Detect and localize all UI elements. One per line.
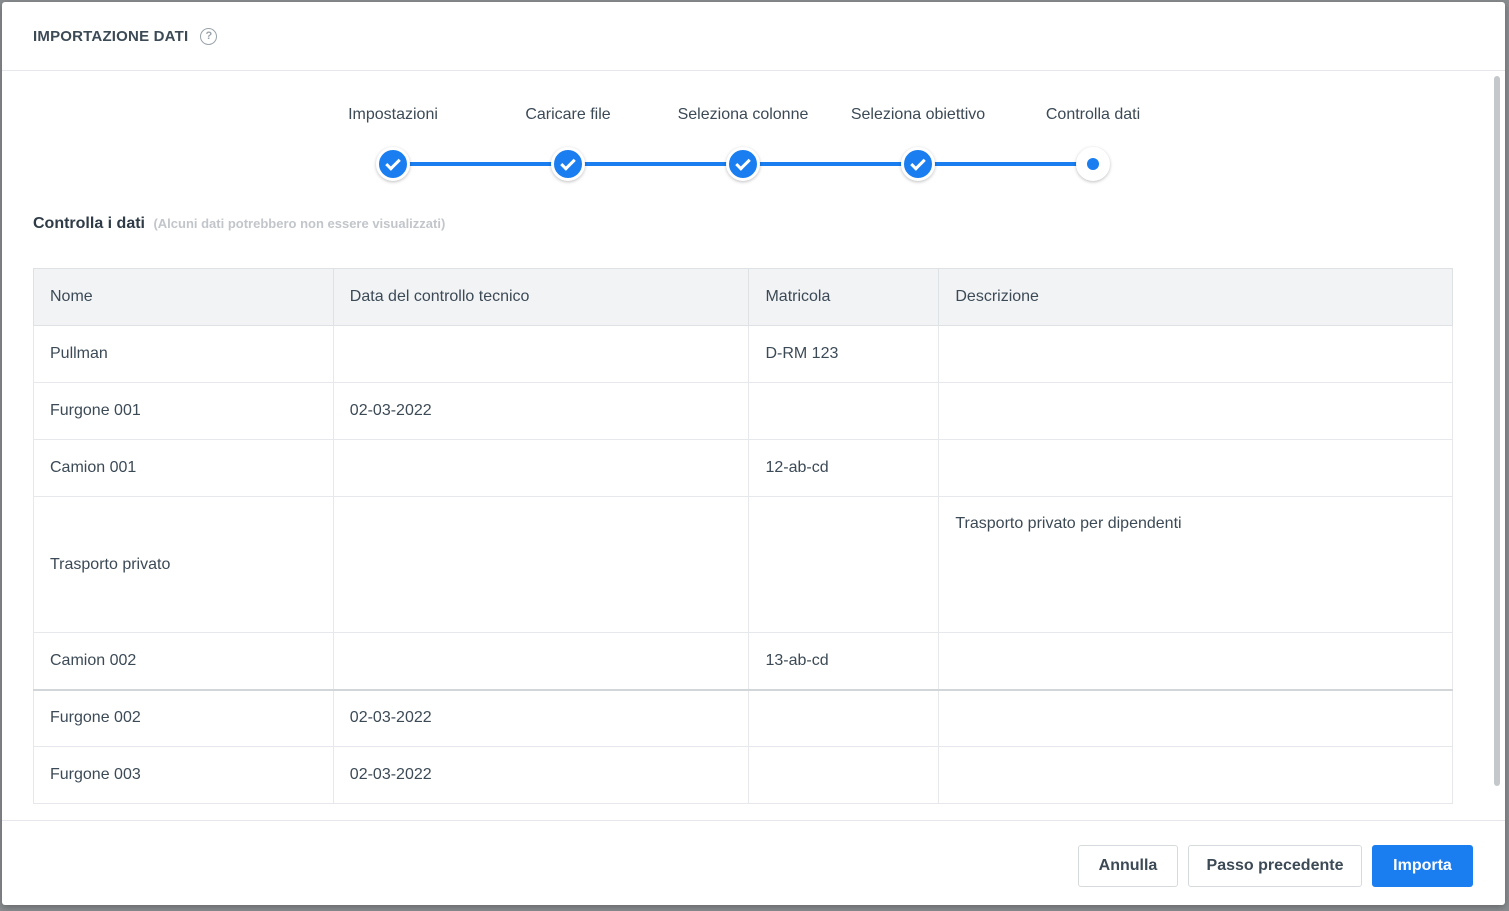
step-label-caricare-file: Caricare file [525, 106, 611, 123]
step-4-done[interactable] [901, 147, 935, 181]
table-cell [938, 688, 1453, 747]
table-cell [938, 325, 1453, 383]
step-label-seleziona-colonne: Seleziona colonne [677, 106, 809, 123]
table-row: Furgone 001 02-03-2022 [33, 382, 1453, 440]
scrollbar-thumb[interactable] [1494, 76, 1500, 786]
table-cell: Camion 002 [33, 632, 334, 690]
table-cell [938, 632, 1453, 690]
table-cell: 12-ab-cd [748, 439, 940, 497]
step-label-seleziona-obiettivo: Seleziona obiettivo [850, 106, 986, 123]
column-header-matricola: Matricola [748, 268, 940, 326]
table-cell [332, 496, 750, 633]
checkmark-icon [910, 154, 926, 171]
table-row: Camion 002 13-ab-cd [33, 632, 1453, 690]
table-cell: 02-03-2022 [332, 688, 750, 747]
table-row: Furgone 003 02-03-2022 [33, 746, 1453, 804]
table-cell [332, 632, 750, 690]
table-cell: Pullman [33, 325, 334, 383]
table-row: Trasporto privato Trasporto privato per … [33, 496, 1453, 633]
import-button[interactable]: Importa [1372, 845, 1473, 887]
table-row: Pullman D-RM 123 [33, 325, 1453, 383]
import-dialog: IMPORTAZIONE DATI ? Impostazioni Caricar… [2, 2, 1505, 905]
vertical-scrollbar[interactable] [1493, 76, 1501, 820]
section-note: (Alcuni dati potrebbero non essere visua… [153, 216, 446, 231]
table-cell [938, 382, 1453, 440]
dialog-title: IMPORTAZIONE DATI [33, 27, 189, 45]
table-cell [748, 382, 940, 440]
table-cell [938, 439, 1453, 497]
step-label-impostazioni: Impostazioni [348, 106, 438, 123]
table-cell: 02-03-2022 [332, 382, 750, 440]
step-label-controlla-dati: Controlla dati [1045, 106, 1141, 123]
table-cell: Furgone 002 [33, 688, 334, 747]
table-cell: 13-ab-cd [748, 632, 940, 690]
column-header-data-controllo: Data del controllo tecnico [332, 268, 750, 326]
previous-step-button[interactable]: Passo precedente [1188, 845, 1362, 887]
table-cell: Camion 001 [33, 439, 334, 497]
step-2-done[interactable] [551, 147, 585, 181]
step-5-current [1076, 147, 1110, 181]
table-row: Camion 001 12-ab-cd [33, 439, 1453, 497]
table-cell: Trasporto privato [33, 496, 334, 633]
wizard-stepper: Impostazioni Caricare file Seleziona col… [2, 72, 1487, 192]
column-header-descrizione: Descrizione [938, 268, 1453, 326]
table-cell [748, 688, 940, 747]
table-cell: D-RM 123 [748, 325, 940, 383]
section-heading: Controlla i dati (Alcuni dati potrebbero… [33, 215, 445, 233]
step-1-done[interactable] [376, 147, 410, 181]
checkmark-icon [385, 154, 401, 171]
current-step-dot-icon [1087, 158, 1099, 170]
table-cell: Furgone 001 [33, 382, 334, 440]
checkmark-icon [560, 154, 576, 171]
table-cell [332, 325, 750, 383]
cancel-button[interactable]: Annulla [1078, 845, 1178, 887]
dialog-footer: Annulla Passo precedente Importa [2, 820, 1505, 905]
table-cell [938, 746, 1453, 804]
column-header-nome: Nome [33, 268, 334, 326]
dialog-body: Impostazioni Caricare file Seleziona col… [2, 72, 1487, 820]
section-title: Controlla i dati [33, 215, 145, 232]
table-cell: Furgone 003 [33, 746, 334, 804]
table-cell: 02-03-2022 [332, 746, 750, 804]
table-cell [748, 496, 940, 633]
table-row: Furgone 002 02-03-2022 [33, 688, 1453, 747]
question-circle-icon[interactable]: ? [200, 27, 218, 45]
table-header-row: Nome Data del controllo tecnico Matricol… [33, 268, 1453, 326]
step-3-done[interactable] [726, 147, 760, 181]
table-cell: Trasporto privato per dipendenti [938, 496, 1453, 633]
table-cell [748, 746, 940, 804]
dialog-header: IMPORTAZIONE DATI ? [2, 2, 1505, 71]
preview-table: Nome Data del controllo tecnico Matricol… [33, 268, 1453, 804]
checkmark-icon [735, 154, 751, 171]
table-cell [332, 439, 750, 497]
